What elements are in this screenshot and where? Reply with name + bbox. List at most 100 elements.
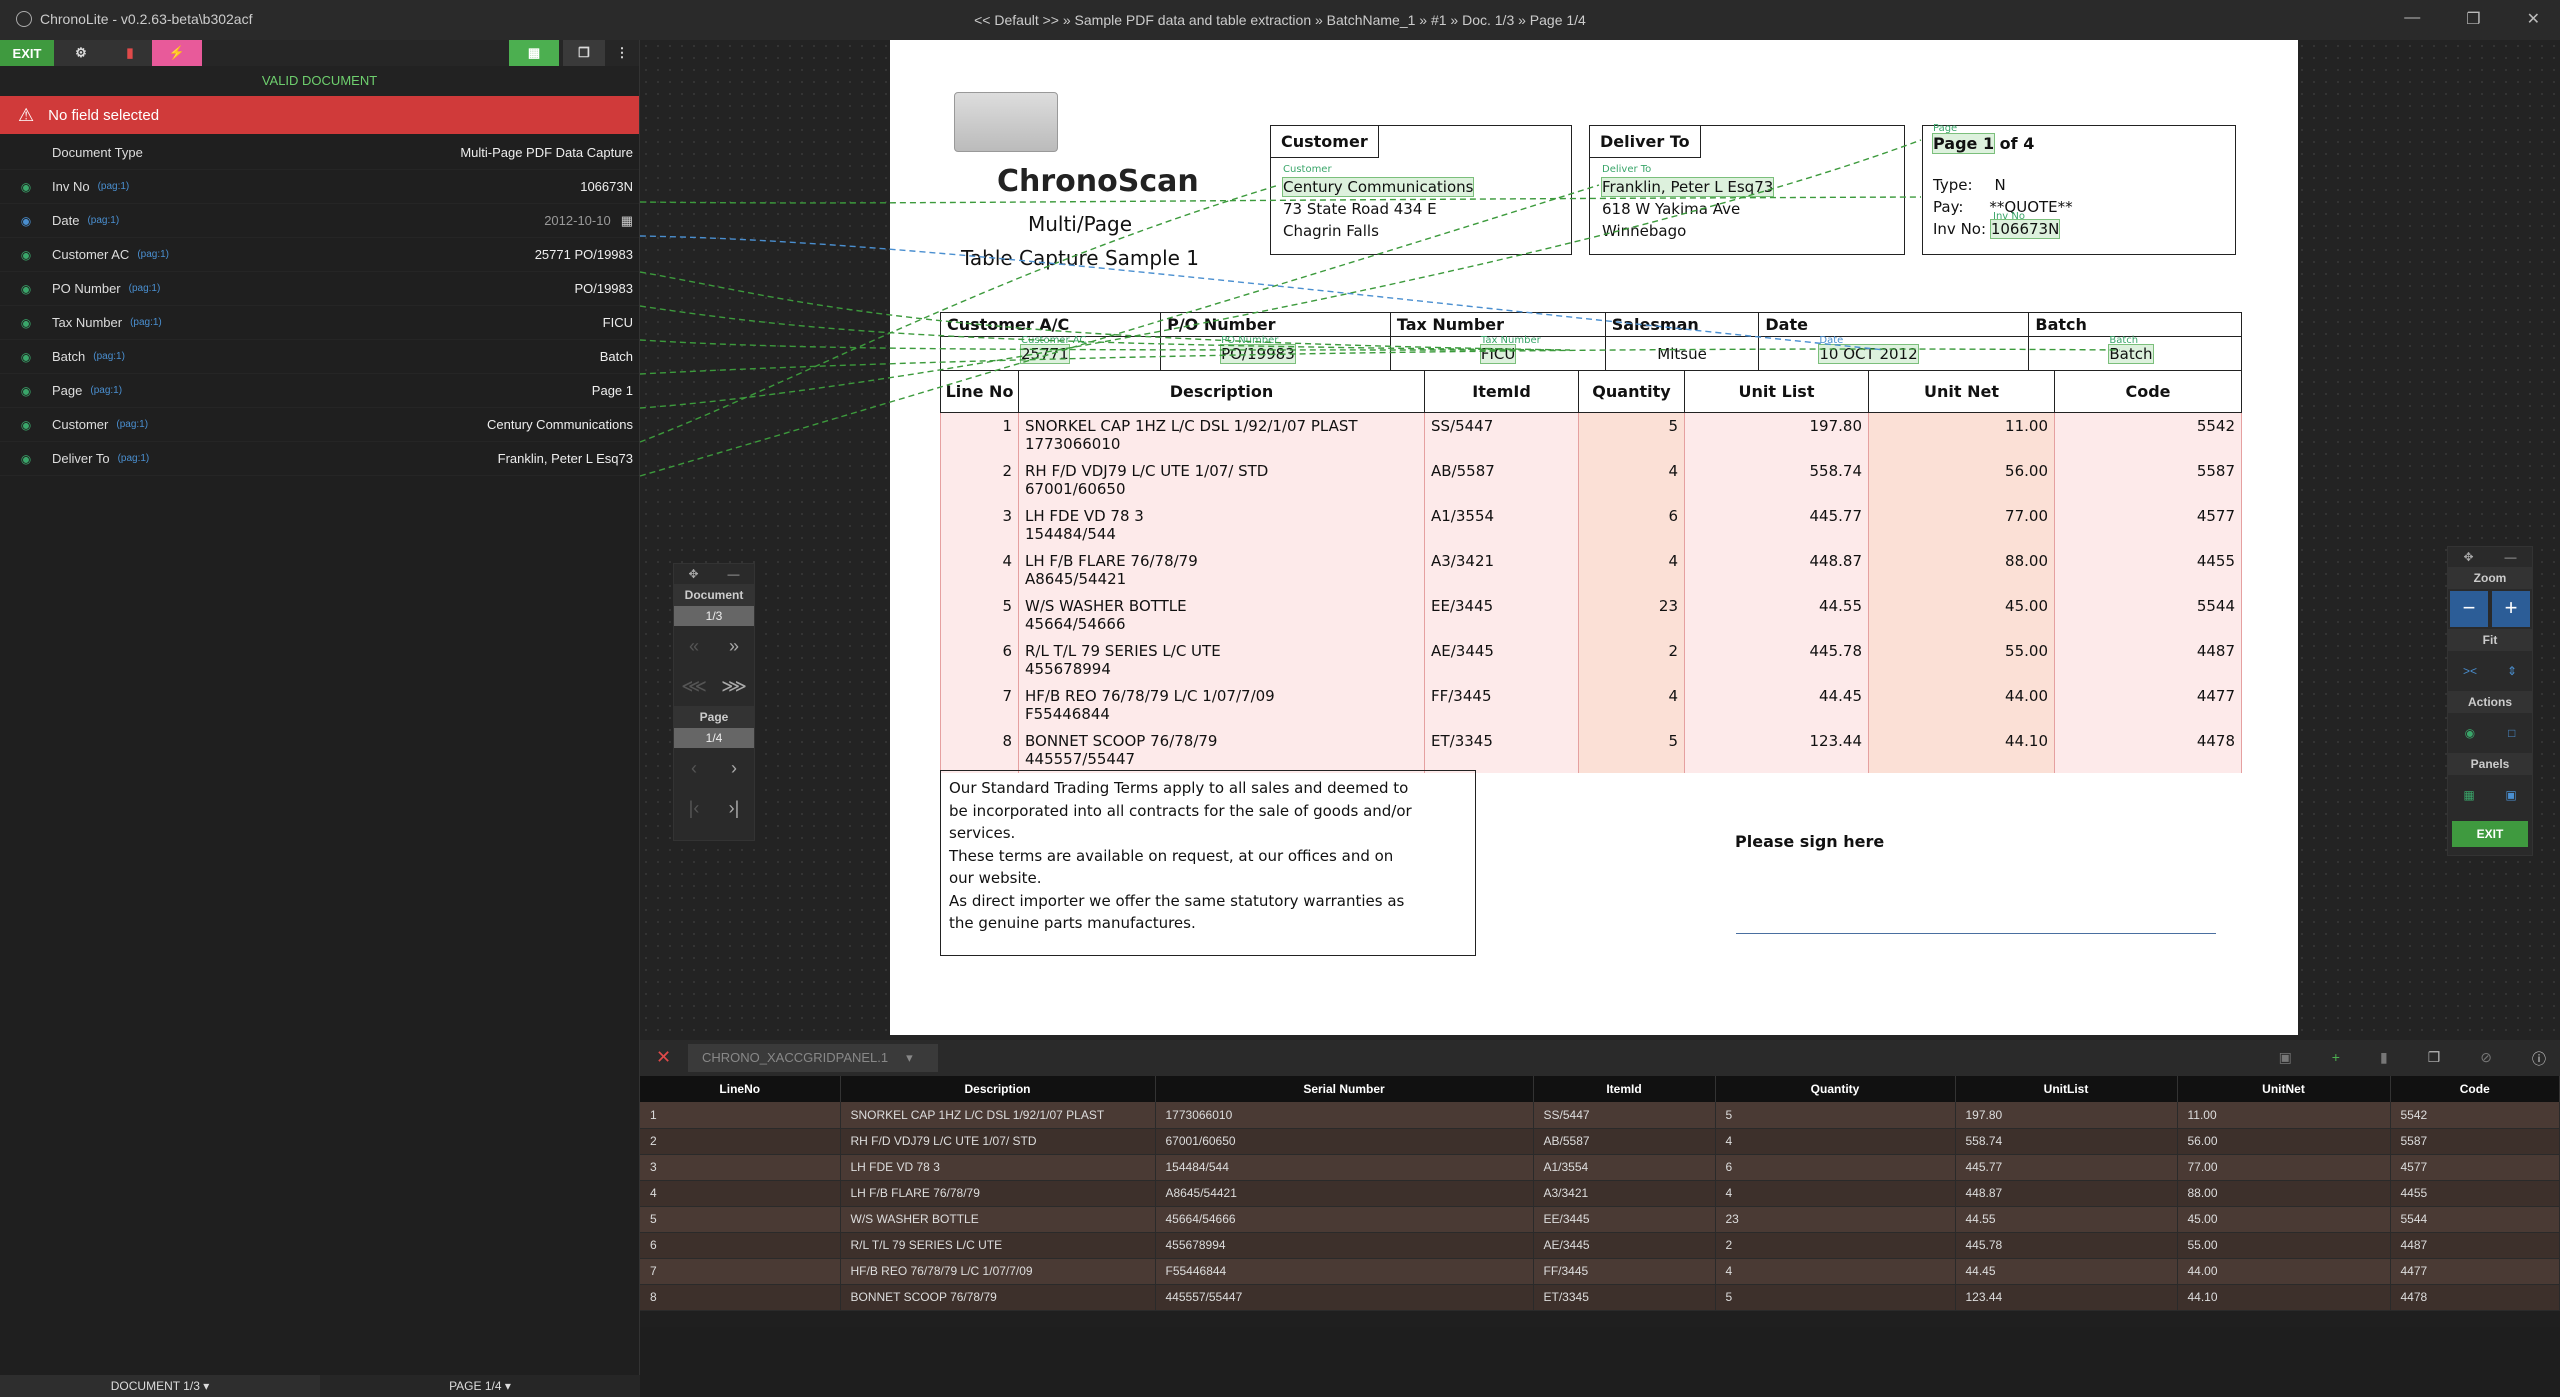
grid-cell[interactable]: 4577 [2390,1154,2560,1181]
grid-cell[interactable]: FF/3445 [1533,1258,1716,1285]
move-icon[interactable]: ✥ [688,567,698,581]
zoom-out-button[interactable]: − [2450,591,2488,627]
grid-cell[interactable]: 44.10 [2177,1284,2391,1311]
grid-cell[interactable]: 56.00 [2177,1128,2391,1155]
grid-cell[interactable]: 5542 [2390,1102,2560,1129]
grid-cell[interactable]: 6 [1715,1154,1956,1181]
grid-cell[interactable]: 154484/544 [1155,1154,1534,1181]
eye-icon[interactable]: ◉ [0,180,52,194]
grid-header[interactable]: ItemId [1533,1076,1716,1102]
fit-height-icon[interactable]: ⇕ [2507,664,2517,678]
delete-icon[interactable]: ▮ [2380,1049,2388,1069]
grid-cell[interactable]: 5587 [2390,1128,2560,1155]
grid-cell[interactable]: 4487 [2390,1232,2560,1259]
save-icon[interactable]: ▣ [2279,1049,2292,1069]
grid-cell[interactable]: 123.44 [1955,1284,2178,1311]
copy-icon[interactable]: ❐ [2428,1049,2441,1069]
invno-highlight[interactable]: 106673N [1989,219,2061,239]
image-panel-icon[interactable]: ▣ [2505,788,2516,802]
grid-cell[interactable]: 77.00 [2177,1154,2391,1181]
eye-icon[interactable]: ◉ [0,282,52,296]
grid-cell[interactable]: RH F/D VDJ79 L/C UTE 1/07/ STD [840,1128,1156,1155]
grid-header[interactable]: Serial Number [1155,1076,1534,1102]
calendar-icon[interactable]: ▦ [621,213,633,228]
document-tab[interactable]: DOCUMENT 1/3 ▾ [0,1375,320,1397]
next-document-icon[interactable]: » [729,636,739,657]
grid-cell[interactable]: AE/3445 [1533,1232,1716,1259]
grid-cell[interactable]: ET/3345 [1533,1284,1716,1311]
fit-width-icon[interactable]: >< [2463,664,2477,678]
pages-icon[interactable]: ❐ [563,40,605,66]
field-page[interactable]: ◉ Page (pag:1) Page 1 [0,374,639,408]
grid-view-icon[interactable]: ▦ [509,40,559,66]
grid-header[interactable]: Quantity [1715,1076,1956,1102]
table-row[interactable]: 8 BONNET SCOOP 76/78/79 445557/55447 ET/334… [640,1284,2560,1311]
grid-cell[interactable]: LH F/B FLARE 76/78/79 [840,1180,1156,1207]
grid-cell[interactable]: 55.00 [2177,1232,2391,1259]
field-tax-number[interactable]: ◉ Tax Number (pag:1) FICU [0,306,639,340]
field-deliver-to[interactable]: ◉ Deliver To (pag:1) Franklin, Peter L E… [0,442,639,476]
grid-cell[interactable]: 5 [1715,1284,1956,1311]
eye-icon[interactable]: ◉ [0,248,52,262]
grid-cell[interactable]: 4478 [2390,1284,2560,1311]
grid-panel-icon[interactable]: ▦ [2463,788,2474,802]
grid-cell[interactable]: 44.55 [1955,1206,2178,1233]
grid-cell[interactable]: 445.77 [1955,1154,2178,1181]
prev-page-icon[interactable]: ‹ [691,758,697,779]
grid-cell[interactable]: 1773066010 [1155,1102,1534,1129]
grid-cell[interactable]: F55446844 [1155,1258,1534,1285]
grid-tab[interactable]: CHRONO_XACCGRIDPANEL.1 ▾ [688,1044,938,1072]
grid-cell[interactable]: A1/3554 [1533,1154,1716,1181]
collapse-icon[interactable]: — [728,567,740,581]
field-po-number[interactable]: ◉ PO Number (pag:1) PO/19983 [0,272,639,306]
close-grid-icon[interactable]: ✕ [656,1047,671,1068]
zoom-in-button[interactable]: + [2492,591,2530,627]
field-date[interactable]: ◉ Date (pag:1) 2012-10-10 ▦ [0,204,639,238]
table-row[interactable]: 2 RH F/D VDJ79 L/C UTE 1/07/ STD 67001/606… [640,1128,2560,1155]
grid-cell[interactable]: R/L T/L 79 SERIES L/C UTE [840,1232,1156,1259]
grid-cell[interactable]: 44.00 [2177,1258,2391,1285]
disable-icon[interactable]: ⊘ [2480,1049,2492,1069]
field-document-type[interactable]: Document Type Multi-Page PDF Data Captur… [0,136,639,170]
grid-cell[interactable]: A8645/54421 [1155,1180,1534,1207]
info-value[interactable]: Batch [2108,344,2154,364]
add-row-icon[interactable]: + [2332,1049,2340,1069]
grid-cell[interactable]: 11.00 [2177,1102,2391,1129]
settings-icon[interactable]: ⚙ [54,40,108,66]
grid-cell[interactable]: 445557/55447 [1155,1284,1534,1311]
grid-cell[interactable]: 5 [1715,1102,1956,1129]
grid-cell[interactable]: 23 [1715,1206,1956,1233]
info-value[interactable]: FICU [1479,344,1517,364]
grid-cell[interactable]: 44.45 [1955,1258,2178,1285]
grid-cell[interactable]: 45664/54666 [1155,1206,1534,1233]
table-row[interactable]: 4 LH F/B FLARE 76/78/79 A8645/54421 A3/3421… [640,1180,2560,1207]
exit-panel-button[interactable]: EXIT [2452,821,2528,847]
prev-document-icon[interactable]: « [689,636,699,657]
grid-header[interactable]: UnitNet [2177,1076,2391,1102]
eye-icon[interactable]: ◉ [0,350,52,364]
field-batch[interactable]: ◉ Batch (pag:1) Batch [0,340,639,374]
last-document-icon[interactable]: ⋙ [721,676,747,697]
grid-cell[interactable]: 67001/60650 [1155,1128,1534,1155]
grid-cell[interactable]: AB/5587 [1533,1128,1716,1155]
grid-cell[interactable]: 4 [640,1180,841,1207]
grid-cell[interactable]: HF/B REO 76/78/79 L/C 1/07/7/09 [840,1258,1156,1285]
field-inv-no[interactable]: ◉ Inv No (pag:1) 106673N [0,170,639,204]
clear-icon[interactable]: ▮ [108,40,152,66]
grid-header[interactable]: UnitList [1955,1076,2178,1102]
info-value[interactable]: 10 OCT 2012 [1818,344,1919,364]
info-value[interactable]: 25771 [1020,344,1070,364]
grid-cell[interactable]: 455678994 [1155,1232,1534,1259]
grid-cell[interactable]: 5 [640,1206,841,1233]
page-tab[interactable]: PAGE 1/4 ▾ [320,1375,640,1397]
eye-icon[interactable]: ◉ [0,316,52,330]
grid-cell[interactable]: 88.00 [2177,1180,2391,1207]
grid-cell[interactable]: SNORKEL CAP 1HZ L/C DSL 1/92/1/07 PLAST [840,1102,1156,1129]
grid-cell[interactable]: 4455 [2390,1180,2560,1207]
table-row[interactable]: 7 HF/B REO 76/78/79 L/C 1/07/7/09 F5544684… [640,1258,2560,1285]
exit-button[interactable]: EXIT [0,40,54,66]
eye-icon[interactable]: ◉ [0,418,52,432]
restore-icon[interactable]: ❐ [2466,9,2480,29]
grid-cell[interactable]: BONNET SCOOP 76/78/79 [840,1284,1156,1311]
grid-cell[interactable]: 445.78 [1955,1232,2178,1259]
